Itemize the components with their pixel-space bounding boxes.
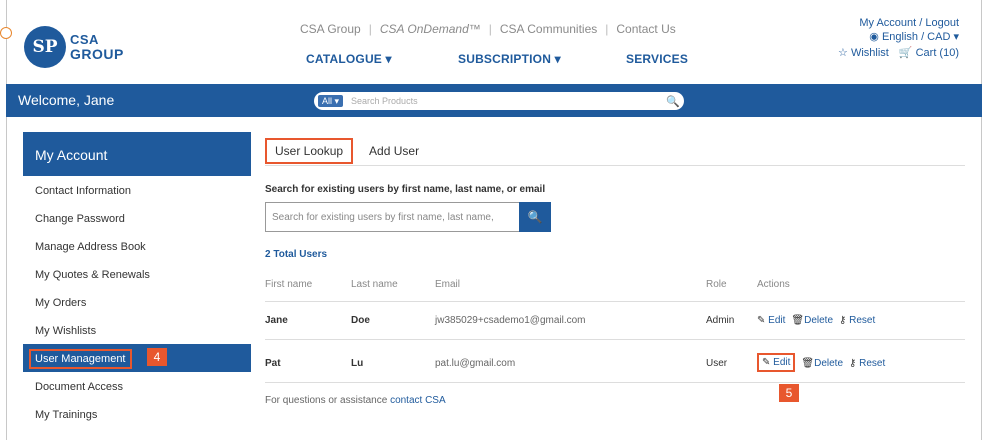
welcome-bar: Welcome, Jane All ▾ Search Products 🔍 [6,84,982,117]
table-row: Pat Lu pat.lu@gmail.com User ✎ Edit 🗑Del… [265,345,965,383]
link-contact-us[interactable]: Contact Us [616,22,675,36]
cart-icon: 🛒 [898,47,916,59]
product-search[interactable]: All ▾ Search Products 🔍 [314,92,684,110]
account-sidebar: My Account Contact Information Change Pa… [23,132,251,428]
search-label: Search for existing users by first name,… [265,184,546,195]
delete-button[interactable]: 🗑Delete [801,358,843,372]
top-links: CSA Group | CSA OnDemand™ | CSA Communitie… [300,22,676,36]
col-first-name: First name [265,279,313,290]
language-currency-select[interactable]: ◉ English / CAD ▾ [838,30,959,44]
search-icon: 🔍 [527,210,543,224]
nav-services[interactable]: SERVICES [626,52,688,66]
sidebar-item-wishlists[interactable]: My Wishlists [23,316,251,344]
pencil-icon: ✎ [762,357,771,368]
col-role: Role [706,279,727,290]
reset-button[interactable]: ⚷ Reset [849,358,885,372]
link-csa-ondemand[interactable]: CSA OnDemand™ [380,22,481,36]
reset-button[interactable]: ⚷ Reset [839,315,875,326]
csa-logo[interactable]: SP CSA GROUP [24,26,124,68]
sidebar-item-quotes-renewals[interactable]: My Quotes & Renewals [23,260,251,288]
search-icon[interactable]: 🔍 [666,95,684,108]
key-icon: ⚷ [839,315,847,326]
sidebar-item-user-management[interactable]: User Management 4 [23,344,251,372]
sidebar-item-contact-information[interactable]: Contact Information [23,176,251,204]
trash-icon: 🗑 [791,315,805,326]
product-search-input[interactable]: Search Products [351,96,666,106]
col-actions: Actions [757,279,790,290]
step-badge-5: 5 [779,384,799,402]
sidebar-title: My Account [23,132,251,176]
delete-button[interactable]: 🗑Delete [791,315,833,326]
key-icon: ⚷ [849,358,857,369]
row-actions: ✎ Edit 🗑Delete ⚷ Reset [757,353,885,372]
row-actions: ✎ Edit 🗑Delete ⚷ Reset [757,315,875,326]
wishlist-link[interactable]: ☆ Wishlist [838,46,889,60]
trash-icon: 🗑 [801,358,815,369]
link-csa-communities[interactable]: CSA Communities [500,22,597,36]
tab-add-user[interactable]: Add User [361,140,427,162]
col-email: Email [435,279,461,290]
welcome-text: Welcome, Jane [18,92,115,108]
sidebar-item-address-book[interactable]: Manage Address Book [23,232,251,260]
nav-catalogue[interactable]: CATALOGUE ▾ [306,52,392,66]
cart-link[interactable]: 🛒 Cart (10) [899,46,959,60]
total-users: 2 Total Users [265,249,328,260]
logo-mark: SP [24,26,66,68]
link-csa-group[interactable]: CSA Group [300,22,361,36]
table-header: First name Last name Email Role Actions [265,274,965,302]
search-scope-select[interactable]: All ▾ [318,95,344,107]
user-search-button[interactable]: 🔍 [519,202,551,232]
edit-button[interactable]: ✎ Edit [757,353,796,372]
logo-text: CSA GROUP [70,32,124,62]
sidebar-item-document-access[interactable]: Document Access [23,372,251,400]
tab-user-lookup[interactable]: User Lookup [265,137,354,164]
globe-icon: ◉ [869,31,882,43]
tab-bar: User Lookup Add User [265,136,965,166]
step-marker-dot [0,27,12,39]
table-row: Jane Doe jw385029+csademo1@gmail.com Adm… [265,302,965,340]
help-note: For questions or assistance contact CSA [265,395,446,406]
pencil-icon: ✎ [757,315,766,326]
user-search-input[interactable]: Search for existing users by first name,… [265,202,521,232]
sidebar-item-change-password[interactable]: Change Password [23,204,251,232]
account-area: My Account / Logout ◉ English / CAD ▾ ☆ … [838,16,959,60]
sidebar-item-label: User Management [29,349,132,369]
star-icon: ☆ [838,47,851,59]
step-badge-4: 4 [147,348,167,366]
edit-button[interactable]: ✎ Edit [757,315,785,326]
nav-subscription[interactable]: SUBSCRIPTION ▾ [458,52,561,66]
sidebar-item-trainings[interactable]: My Trainings [23,400,251,428]
sidebar-item-orders[interactable]: My Orders [23,288,251,316]
contact-csa-link[interactable]: contact CSA [390,395,446,406]
account-logout-link[interactable]: My Account / Logout [838,16,959,30]
user-management-panel: User Lookup Add User Search for existing… [265,136,965,406]
col-last-name: Last name [351,279,398,290]
